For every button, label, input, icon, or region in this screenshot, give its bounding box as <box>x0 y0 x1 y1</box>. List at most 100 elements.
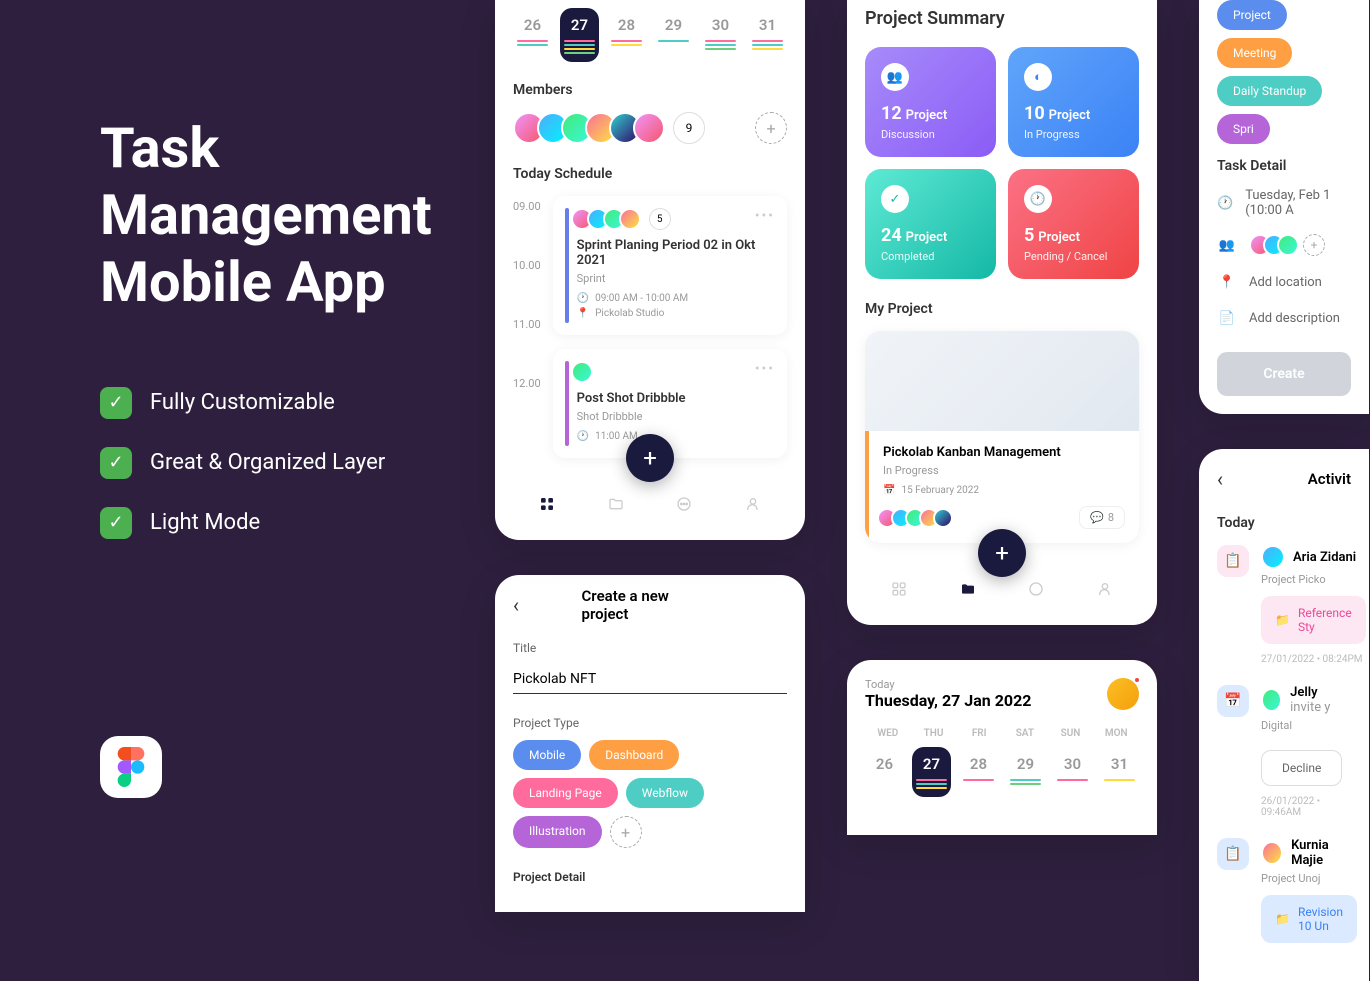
summary-screen: Project Summary 👥12 ProjectDiscussion ◐1… <box>847 0 1157 625</box>
day-cell[interactable]: 31 <box>1100 747 1139 797</box>
event-card[interactable]: Post Shot Dribbble Shot Dribbble 🕐11:00 … <box>553 349 787 458</box>
task-detail-screen: Project Meeting Daily Standup Spri Task … <box>1199 0 1369 414</box>
summary-card-progress[interactable]: ◐10 ProjectIn Progress <box>1008 47 1139 157</box>
feature-item: ✓Fully Customizable <box>100 387 432 419</box>
check-icon: ✓ <box>100 387 132 419</box>
today-schedule-title: Today Schedule <box>513 166 787 182</box>
chip-project[interactable]: Project <box>1217 0 1287 30</box>
member-count: 9 <box>673 112 705 144</box>
chip-meeting[interactable]: Meeting <box>1217 38 1292 68</box>
day-cell[interactable]: 26 <box>513 8 552 62</box>
location-icon: 📍 <box>1217 272 1237 292</box>
home-icon[interactable] <box>535 492 559 516</box>
title-input[interactable] <box>513 665 787 694</box>
project-status: In Progress <box>883 464 1125 477</box>
avatar <box>633 112 665 144</box>
features-list: ✓Fully Customizable ✓Great & Organized L… <box>100 387 432 539</box>
day-cell[interactable]: 26 <box>865 747 904 797</box>
event-indicator <box>565 208 569 323</box>
folder-icon: 📁 <box>1275 912 1290 926</box>
activity-badge-icon: 📅 <box>1217 685 1249 717</box>
description-field[interactable]: 📄Add description <box>1217 308 1351 328</box>
day-cell[interactable]: 30 <box>1053 747 1092 797</box>
summary-card-pending[interactable]: 🕐5 ProjectPending / Cancel <box>1008 169 1139 279</box>
hero-title: Task Management Mobile App <box>100 115 432 317</box>
event-title: Sprint Planing Period 02 in Okt 2021 <box>577 238 775 268</box>
day-cell-active[interactable]: 27 <box>912 747 951 797</box>
type-chip-webflow[interactable]: Webflow <box>626 778 704 808</box>
profile-avatar[interactable] <box>1107 678 1139 710</box>
location-icon: 📍 <box>577 308 589 319</box>
profile-icon[interactable] <box>1093 577 1117 601</box>
folder-icon: 📁 <box>1275 613 1290 627</box>
type-chip-mobile[interactable]: Mobile <box>513 740 581 770</box>
event-subtitle: Sprint <box>577 272 775 285</box>
create-project-screen: ‹ Create a new project Title Project Typ… <box>495 575 805 912</box>
day-cell[interactable]: 28 <box>607 8 646 62</box>
chip-standup[interactable]: Daily Standup <box>1217 76 1322 106</box>
type-chip-dashboard[interactable]: Dashboard <box>589 740 679 770</box>
chat-icon[interactable] <box>1024 577 1048 601</box>
day-cell[interactable]: 29 <box>1006 747 1045 797</box>
add-button[interactable]: + <box>978 529 1026 577</box>
myproject-title: My Project <box>865 301 1139 317</box>
day-cell[interactable]: 31 <box>748 8 787 62</box>
summary-card-completed[interactable]: ✓24 ProjectCompleted <box>865 169 996 279</box>
clock-icon: 🕐 <box>1024 185 1052 213</box>
screen-title: Create a new project <box>582 587 719 623</box>
calendar-icon: 📅 <box>883 485 895 496</box>
today-label: Today <box>865 678 1139 691</box>
feature-item: ✓Light Mode <box>100 507 432 539</box>
weekday-labels: WEDTHUFRISATSUNMON <box>865 728 1139 739</box>
bottom-nav <box>513 478 787 522</box>
activity-badge-icon: 📋 <box>1217 545 1249 577</box>
add-assignee-button[interactable]: + <box>1303 234 1325 256</box>
add-type-button[interactable]: + <box>610 816 642 848</box>
clock-icon: 🕐 <box>577 431 589 442</box>
attachment-chip[interactable]: 📁Reference Sty <box>1261 596 1366 644</box>
member-avatars[interactable]: 9 <box>513 112 705 144</box>
add-member-button[interactable]: + <box>755 112 787 144</box>
create-button[interactable]: Create <box>1217 352 1351 396</box>
more-icon[interactable]: ••• <box>755 361 775 377</box>
attachment-chip[interactable]: 📁Revision 10 Un <box>1261 895 1357 943</box>
today-screen: Today Thuesday, 27 Jan 2022 WEDTHUFRISAT… <box>847 660 1157 835</box>
event-indicator <box>565 361 569 446</box>
event-subtitle: Shot Dribbble <box>577 410 775 423</box>
back-button[interactable]: ‹ <box>513 593 519 617</box>
chat-icon[interactable] <box>672 492 696 516</box>
day-cell[interactable]: 30 <box>701 8 740 62</box>
add-button[interactable]: + <box>626 434 674 482</box>
day-cell-active[interactable]: 27 <box>560 8 599 62</box>
location-field[interactable]: 📍Add location <box>1217 272 1351 292</box>
title-label: Title <box>513 641 787 655</box>
summary-title: Project Summary <box>865 8 1139 29</box>
calendar-days: 26 27 28 29 30 31 <box>513 8 787 62</box>
chip-sprint[interactable]: Spri <box>1217 114 1270 144</box>
detail-label: Project Detail <box>513 870 787 884</box>
type-chip-landing[interactable]: Landing Page <box>513 778 618 808</box>
folder-icon[interactable] <box>956 577 980 601</box>
day-cell[interactable]: 29 <box>654 8 693 62</box>
today-date: Thuesday, 27 Jan 2022 <box>865 691 1139 710</box>
check-icon: ✓ <box>881 185 909 213</box>
document-icon: 📄 <box>1217 308 1237 328</box>
back-button[interactable]: ‹ <box>1217 467 1223 491</box>
event-card[interactable]: 5 Sprint Planing Period 02 in Okt 2021 S… <box>553 196 787 335</box>
profile-icon[interactable] <box>741 492 765 516</box>
project-thumbnail <box>865 331 1139 431</box>
project-card[interactable]: Pickolab Kanban Management In Progress 📅… <box>865 331 1139 543</box>
folder-icon[interactable] <box>604 492 628 516</box>
decline-button[interactable]: Decline <box>1261 750 1342 786</box>
type-label: Project Type <box>513 716 787 730</box>
figma-logo <box>100 736 162 798</box>
home-icon[interactable] <box>887 577 911 601</box>
activity-badge-icon: 📋 <box>1217 838 1249 870</box>
check-icon: ✓ <box>100 507 132 539</box>
today-label: Today <box>1217 515 1351 531</box>
type-chip-illustration[interactable]: Illustration <box>513 816 602 848</box>
clock-icon: 🕐 <box>577 293 589 304</box>
more-icon[interactable]: ••• <box>755 208 775 224</box>
summary-card-discussion[interactable]: 👥12 ProjectDiscussion <box>865 47 996 157</box>
day-cell[interactable]: 28 <box>959 747 998 797</box>
